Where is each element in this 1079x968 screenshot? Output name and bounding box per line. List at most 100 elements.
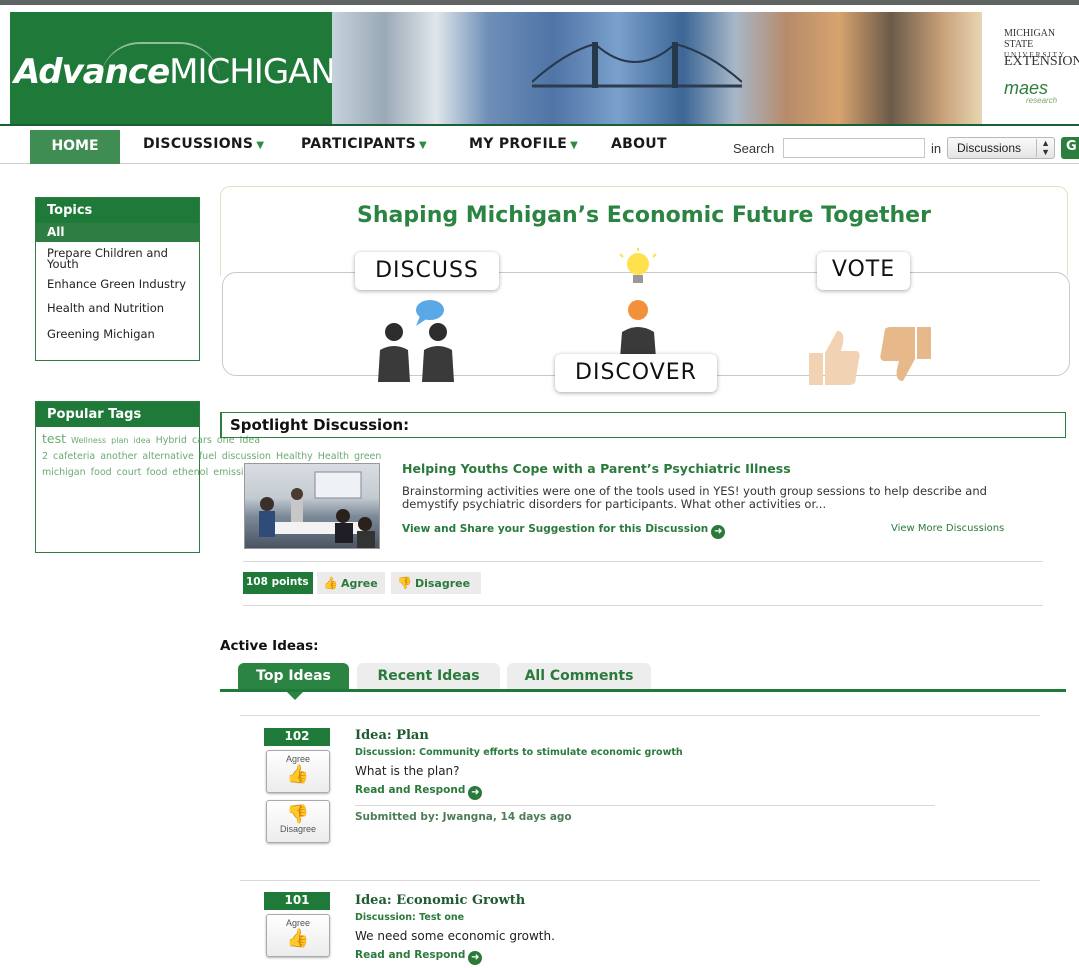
idea-disagree-label: Disagree: [279, 824, 317, 834]
hero-title: Shaping Michigan’s Economic Future Toget…: [357, 203, 931, 228]
search-label: Search: [733, 141, 775, 156]
select-arrows-icon: ▲ ▼: [1036, 139, 1050, 157]
agree-button[interactable]: 👍 Agree: [317, 572, 385, 594]
msu-extension: EXTENSION: [1004, 54, 1079, 69]
nav-participants[interactable]: PARTICIPANTS ▼: [301, 136, 427, 152]
nav-home[interactable]: HOME: [30, 130, 120, 164]
nav-about[interactable]: ABOUT: [611, 136, 667, 152]
maes-sub: research: [1026, 96, 1058, 105]
tag-link[interactable]: food: [146, 467, 167, 478]
search-go-button[interactable]: G: [1061, 137, 1079, 159]
active-tab-pointer: [287, 692, 303, 700]
tabs-underline: [220, 689, 1066, 692]
tag-link[interactable]: Hybrid: [156, 435, 187, 446]
view-more-discussions-link[interactable]: View More Discussions: [891, 523, 1004, 534]
topic-all[interactable]: All: [36, 223, 199, 242]
idea-title-link[interactable]: Idea: Plan: [355, 728, 429, 743]
banner-photo-collage: [332, 12, 982, 124]
bridge-image: [532, 42, 742, 88]
idea-discussion-link[interactable]: Discussion: Test one: [355, 912, 464, 923]
divider: [355, 805, 935, 806]
tag-link[interactable]: food: [91, 467, 112, 478]
divider: [240, 715, 1040, 716]
tab-recent-ideas[interactable]: Recent Ideas: [357, 663, 500, 690]
topics-panel: Topics All Prepare Children and Youth En…: [35, 197, 200, 361]
idea-title-link[interactable]: Idea: Economic Growth: [355, 893, 525, 908]
nav-discussions[interactable]: DISCUSSIONS ▼: [143, 136, 264, 152]
search-scope-select[interactable]: Discussions ▲ ▼: [947, 137, 1055, 159]
logo-bold: Advance: [14, 52, 170, 92]
idea-body: What is the plan?: [355, 764, 460, 778]
topic-health-nutrition[interactable]: Health and Nutrition: [36, 301, 199, 316]
top-rule: [0, 0, 1079, 5]
tag-link[interactable]: test: [42, 431, 66, 446]
thumbs-up-icon: 👍: [286, 928, 310, 948]
tab-all-comments[interactable]: All Comments: [507, 663, 651, 690]
spotlight-photo[interactable]: [244, 463, 380, 549]
idea-disagree-button[interactable]: 👎 Disagree: [266, 800, 330, 843]
tag-link[interactable]: cafeteria: [53, 451, 95, 462]
idea-agree-label: Agree: [285, 918, 311, 928]
tag-link[interactable]: Healthy: [276, 451, 313, 462]
topics-title: Topics: [36, 198, 199, 223]
nav-discussions-label: DISCUSSIONS: [143, 136, 254, 152]
idea-read-respond-link[interactable]: Read and Respond ➜: [355, 784, 483, 800]
tag-link[interactable]: cars: [192, 435, 212, 446]
lightbulb-person-icon: [619, 248, 657, 358]
topic-prepare-children[interactable]: Prepare Children and Youth: [36, 246, 199, 272]
logo-light: MICHIGAN: [169, 52, 336, 92]
spotlight-cta-link[interactable]: View and Share your Suggestion for this …: [402, 523, 726, 539]
discover-label: DISCOVER: [555, 354, 717, 392]
disagree-button[interactable]: 👎 Disagree: [391, 572, 481, 594]
idea-agree-label: Agree: [285, 754, 311, 764]
thumbs-down-icon: 👎: [286, 804, 310, 824]
main-nav: HOME DISCUSSIONS ▼ PARTICIPANTS ▼ MY PROFI…: [0, 124, 1079, 164]
idea-score: 101: [264, 892, 330, 910]
spotlight-title-link[interactable]: Helping Youths Cope with a Parent’s Psyc…: [402, 461, 791, 476]
divider: [243, 605, 1043, 606]
search-input[interactable]: [783, 138, 925, 158]
search-scope-label: in: [931, 141, 942, 156]
msu-extension-logo[interactable]: MICHIGAN STATE UNIVERSITY EXTENSION maes …: [982, 12, 1079, 124]
tag-link[interactable]: idea: [133, 436, 150, 445]
idea-submitted-by: Submitted by: Jwangna, 14 days ago: [355, 811, 572, 823]
topic-greening-michigan[interactable]: Greening Michigan: [36, 327, 199, 342]
arrow-right-icon: ➜: [711, 525, 726, 539]
idea-agree-button[interactable]: Agree 👍: [266, 914, 330, 957]
topic-enhance-green[interactable]: Enhance Green Industry: [36, 277, 199, 292]
people-discussing-icon: [378, 300, 454, 382]
tag-link[interactable]: fuel: [199, 451, 217, 462]
site-banner: AdvanceMICHIGAN MICHIGAN STATE UNIVERSITY…: [10, 12, 1079, 124]
thumbs-down-icon: 👎: [397, 576, 412, 590]
site-logo[interactable]: AdvanceMICHIGAN: [10, 12, 336, 124]
nav-my-profile[interactable]: MY PROFILE ▼: [469, 136, 578, 152]
logo-text: AdvanceMICHIGAN: [14, 52, 336, 92]
idea-read-respond-link[interactable]: Read and Respond ➜: [355, 949, 483, 965]
classroom-image: [259, 471, 375, 548]
idea-score: 102: [264, 728, 330, 746]
tag-link[interactable]: alternative: [142, 451, 193, 462]
tag-link[interactable]: court: [117, 467, 142, 478]
tag-link[interactable]: discussion: [222, 451, 271, 462]
idea-discussion-link[interactable]: Discussion: Community efforts to stimula…: [355, 747, 683, 758]
idea-body: We need some economic growth.: [355, 929, 555, 943]
thumbs-vote-icon: [809, 327, 931, 385]
vote-label: VOTE: [817, 252, 910, 290]
nav-my-profile-label: MY PROFILE: [469, 136, 568, 152]
tag-link[interactable]: plan: [111, 436, 128, 445]
tag-link[interactable]: ethenol: [172, 467, 208, 478]
discuss-label: DISCUSS: [355, 252, 499, 290]
tag-link[interactable]: Wellness: [71, 436, 106, 445]
thumbs-up-icon: 👍: [286, 764, 310, 784]
search-scope-value: Discussions: [957, 141, 1022, 155]
chevron-down-icon: ▼: [256, 140, 265, 151]
active-ideas-heading: Active Ideas:: [220, 638, 319, 654]
idea-read-label: Read and Respond: [355, 949, 466, 961]
spotlight-description: Brainstorming activities were one of the…: [402, 484, 987, 511]
spotlight-cta-label: View and Share your Suggestion for this …: [402, 523, 709, 535]
tag-link[interactable]: Health: [318, 451, 349, 462]
thumbs-up-icon: 👍: [323, 576, 338, 590]
tag-link[interactable]: another: [100, 451, 137, 462]
tab-top-ideas[interactable]: Top Ideas: [238, 663, 349, 690]
idea-agree-button[interactable]: Agree 👍: [266, 750, 330, 793]
